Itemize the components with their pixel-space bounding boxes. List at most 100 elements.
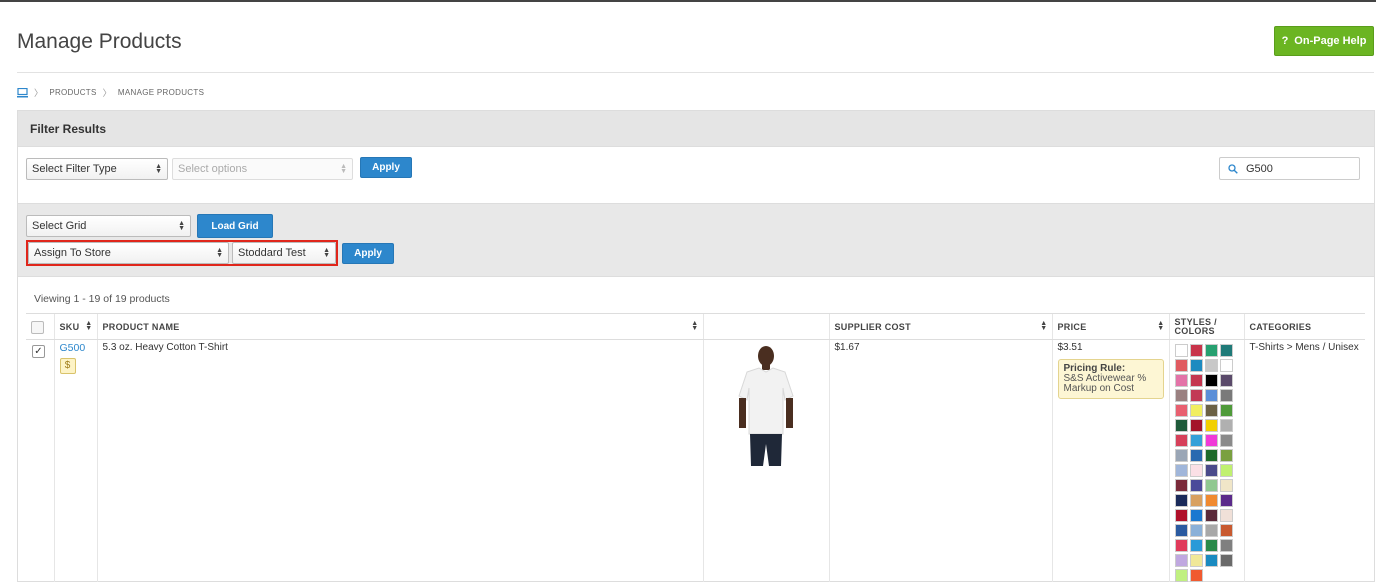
color-swatch[interactable] [1219,389,1233,402]
sku-link[interactable]: G500 [60,342,92,354]
color-swatch[interactable] [1189,434,1203,447]
color-swatch[interactable] [1219,554,1233,567]
color-swatches [1174,344,1239,582]
color-swatch[interactable] [1189,404,1203,417]
color-swatch[interactable] [1219,524,1233,537]
color-swatch[interactable] [1174,494,1188,507]
color-swatch[interactable] [1204,479,1218,492]
color-swatch[interactable] [1174,419,1188,432]
help-label: On-Page Help [1294,35,1367,47]
color-swatch[interactable] [1219,419,1233,432]
color-swatch[interactable] [1219,494,1233,507]
color-swatch[interactable] [1219,344,1233,357]
color-swatch[interactable] [1189,374,1203,387]
color-swatch[interactable] [1204,344,1218,357]
color-swatch[interactable] [1174,389,1188,402]
image-header [702,313,829,340]
color-swatch[interactable] [1174,479,1188,492]
store-select[interactable]: Stoddard Test ▲ ▼ [232,242,336,264]
color-swatch[interactable] [1204,554,1218,567]
filter-apply-button[interactable]: Apply [360,157,412,178]
page-title: Manage Products [17,30,182,53]
color-swatch[interactable] [1174,449,1188,462]
color-swatch[interactable] [1219,359,1233,372]
categories-header-label: CATEGORIES [1249,321,1312,332]
color-swatch[interactable] [1189,569,1203,582]
product-name-header[interactable]: PRODUCT NAME ▲ ▼ [96,313,703,340]
color-swatch[interactable] [1174,539,1188,552]
select-arrows-icon: ▲ ▼ [323,247,330,259]
color-swatch[interactable] [1174,404,1188,417]
color-swatch[interactable] [1189,494,1203,507]
color-swatch[interactable] [1204,494,1218,507]
color-swatch[interactable] [1174,344,1188,357]
color-swatch[interactable] [1189,479,1203,492]
breadcrumb-separator: 〉 [102,88,112,98]
color-swatch[interactable] [1174,569,1188,582]
color-swatch[interactable] [1174,434,1188,447]
dollar-icon[interactable]: $ [59,358,76,374]
color-swatch[interactable] [1189,359,1203,372]
categories-header: CATEGORIES [1243,313,1365,340]
color-swatch[interactable] [1204,389,1218,402]
bulk-action-select[interactable]: Assign To Store ▲ ▼ [28,242,229,264]
color-swatch[interactable] [1204,449,1218,462]
color-swatch[interactable] [1189,509,1203,522]
color-swatch[interactable] [1204,464,1218,477]
load-grid-button[interactable]: Load Grid [197,214,273,238]
supplier-cost-header[interactable]: SUPPLIER COST ▲ ▼ [828,313,1052,340]
color-swatch[interactable] [1219,479,1233,492]
color-swatch[interactable] [1189,449,1203,462]
select-arrows-icon: ▲ ▼ [340,163,347,175]
product-image[interactable] [731,344,801,468]
select-arrows-icon: ▲ ▼ [216,247,223,259]
color-swatch[interactable] [1204,374,1218,387]
color-swatch[interactable] [1204,524,1218,537]
search-input[interactable]: G500 [1219,157,1360,180]
color-swatch[interactable] [1189,524,1203,537]
color-swatch[interactable] [1219,434,1233,447]
price-header-label: PRICE [1057,321,1087,332]
color-swatch[interactable] [1189,464,1203,477]
select-grid-select[interactable]: Select Grid ▲ ▼ [26,215,191,237]
color-swatch[interactable] [1174,359,1188,372]
color-swatch[interactable] [1174,374,1188,387]
color-swatch[interactable] [1219,464,1233,477]
color-swatch[interactable] [1174,524,1188,537]
color-swatch[interactable] [1204,434,1218,447]
search-icon [1228,163,1238,174]
sku-header-label: SKU [59,321,80,332]
color-swatch[interactable] [1204,419,1218,432]
color-swatch[interactable] [1189,389,1203,402]
color-swatch[interactable] [1189,344,1203,357]
sku-header[interactable]: SKU ▲ ▼ [53,313,97,340]
color-swatch[interactable] [1174,464,1188,477]
color-swatch[interactable] [1219,374,1233,387]
select-arrows-icon: ▲ ▼ [155,163,162,175]
computer-icon[interactable] [17,87,28,98]
select-all-checkbox[interactable] [31,320,44,334]
color-swatch[interactable] [1189,539,1203,552]
price-header[interactable]: PRICE ▲ ▼ [1051,313,1169,340]
grid-apply-button[interactable]: Apply [342,243,394,264]
filter-options-select[interactable]: Select options ▲ ▼ [172,158,353,180]
color-swatch[interactable] [1189,554,1203,567]
table-row[interactable]: ✓ G500 $ 5.3 oz. Heavy Cotton T-Shirt $1… [26,339,1365,582]
search-value: G500 [1246,162,1273,175]
sort-icon: ▲ ▼ [1157,320,1165,332]
color-swatch[interactable] [1204,539,1218,552]
color-swatch[interactable] [1219,509,1233,522]
color-swatch[interactable] [1204,509,1218,522]
filter-type-select[interactable]: Select Filter Type ▲ ▼ [26,158,168,180]
color-swatch[interactable] [1174,509,1188,522]
color-swatch[interactable] [1204,404,1218,417]
color-swatch[interactable] [1219,539,1233,552]
breadcrumb-products[interactable]: PRODUCTS [49,88,96,97]
on-page-help-button[interactable]: ? On-Page Help [1274,26,1374,56]
row-checkbox[interactable]: ✓ [32,345,45,358]
color-swatch[interactable] [1204,359,1218,372]
color-swatch[interactable] [1219,449,1233,462]
color-swatch[interactable] [1174,554,1188,567]
color-swatch[interactable] [1219,404,1233,417]
color-swatch[interactable] [1189,419,1203,432]
